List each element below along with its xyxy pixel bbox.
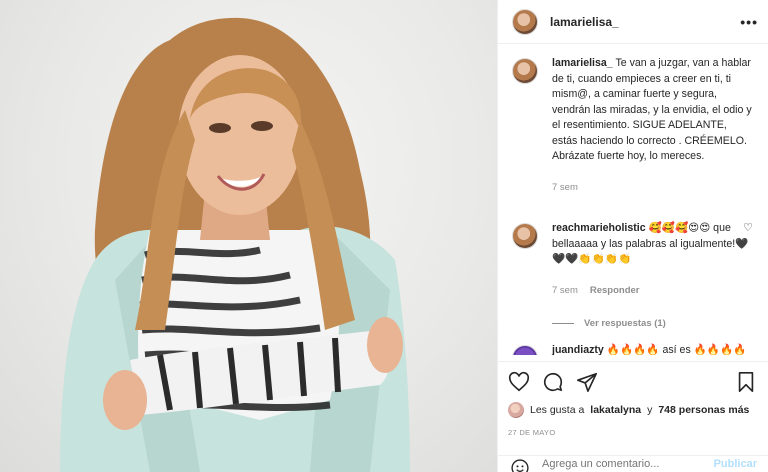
- comment-username[interactable]: juandiazty: [552, 344, 604, 355]
- comment-avatar[interactable]: [512, 345, 538, 355]
- share-icon[interactable]: [576, 371, 598, 393]
- replies-divider: [552, 323, 574, 324]
- add-comment-bar: Publicar: [498, 455, 768, 472]
- comment-item: juandiazty 🔥🔥🔥🔥 así es 🔥🔥🔥🔥: [512, 343, 755, 355]
- view-replies[interactable]: Ver respuestas (1): [552, 318, 755, 329]
- author-username[interactable]: lamarielisa_: [550, 15, 619, 29]
- post-actions: Les gusta a lakatalyna y 748 personas má…: [498, 361, 768, 437]
- caption: lamarielisa_ Te van a juzgar, van a habl…: [512, 56, 755, 195]
- likes-conjunction: y: [647, 404, 653, 416]
- publish-button[interactable]: Publicar: [714, 458, 757, 470]
- comments-list[interactable]: lamarielisa_ Te van a juzgar, van a habl…: [498, 56, 768, 356]
- view-replies-label[interactable]: Ver respuestas (1): [584, 318, 666, 329]
- caption-avatar[interactable]: [512, 58, 538, 84]
- likes-others[interactable]: 748 personas más: [658, 404, 749, 416]
- liker-username[interactable]: lakatalyna: [590, 404, 641, 416]
- caption-text: Te van a juzgar, van a hablar de ti, cua…: [552, 57, 752, 162]
- comment-time[interactable]: 7 sem: [552, 283, 578, 299]
- author-avatar[interactable]: [512, 8, 538, 35]
- like-heart-icon[interactable]: [508, 371, 530, 393]
- likes-prefix: Les gusta a: [530, 404, 585, 416]
- bookmark-icon[interactable]: [735, 371, 757, 393]
- comment-item: reachmarieholistic 🥰🥰🥰😍😍 que bellaaaaa y…: [512, 221, 755, 298]
- comment-username[interactable]: reachmarieholistic: [552, 222, 646, 234]
- photo-illustration: [60, 17, 410, 472]
- comment-text: 🔥🔥🔥🔥 así es 🔥🔥🔥🔥: [606, 344, 747, 355]
- likes-summary: Les gusta a lakatalyna y 748 personas má…: [508, 402, 757, 418]
- liker-avatar[interactable]: [508, 402, 524, 418]
- post-details-panel: lamarielisa_ ••• lamarielisa_ Te van a j…: [497, 0, 768, 472]
- reply-button[interactable]: Responder: [590, 283, 640, 299]
- comment-input[interactable]: [542, 458, 712, 470]
- emoji-icon[interactable]: [510, 458, 530, 472]
- more-options-icon[interactable]: •••: [740, 14, 758, 30]
- comment-icon[interactable]: [542, 371, 564, 393]
- like-comment-icon[interactable]: ♡: [743, 221, 753, 234]
- post-photo[interactable]: [0, 0, 497, 472]
- post-header: lamarielisa_ •••: [498, 0, 768, 44]
- caption-time[interactable]: 7 sem: [552, 180, 578, 196]
- caption-username[interactable]: lamarielisa_: [552, 57, 613, 69]
- post-date[interactable]: 27 DE MAYO: [508, 428, 757, 437]
- comment-avatar[interactable]: [512, 223, 538, 249]
